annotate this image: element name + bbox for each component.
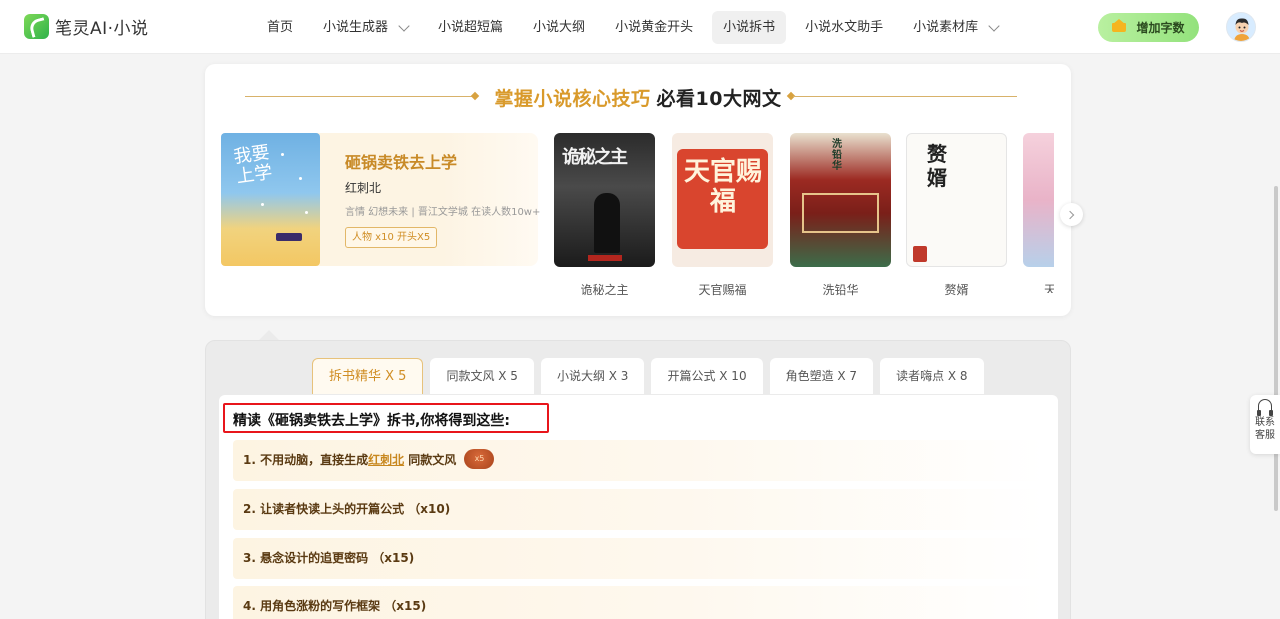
nav-item-material-library[interactable]: 小说素材库 (902, 11, 1009, 44)
nav-item-label: 小说大纲 (533, 20, 586, 35)
nav-item-label: 小说黄金开头 (615, 20, 694, 35)
featured-book-meta: 言情 幻想未来 | 晋江文学城 在读人数10w+ (345, 207, 541, 218)
banner-title: 掌握小说核心技巧 必看10大网文 (205, 84, 1071, 110)
quill-leaf-icon (24, 14, 49, 39)
banner-title-highlight: 掌握小说核心技巧 (494, 88, 651, 110)
building-frame (802, 193, 879, 233)
cover-badge (276, 233, 302, 241)
book-name: 赘婿 (944, 283, 969, 297)
title-divider-left (245, 96, 473, 97)
publisher-mark (588, 255, 622, 261)
user-avatar-icon (1227, 13, 1255, 41)
nav-item-label: 小说拆书 (723, 20, 776, 35)
tab-same-style[interactable]: 同款文风 X 5 (430, 358, 534, 394)
scrollbar[interactable] (1274, 186, 1278, 511)
featured-book-card[interactable]: 我要上学 砸锅卖铁去上学 红刺北 言情 幻想未来 | 晋江文学城 在读人数10w… (221, 133, 541, 266)
book-cover-title: 赘婿 (927, 142, 947, 190)
book-name: 洗铅华 (822, 283, 859, 297)
benefit-item[interactable]: 4. 用角色涨粉的写作框架 （x15) (233, 586, 1045, 619)
book-name: 诡秘之主 (580, 283, 629, 297)
content-heading: 精读《砸锅卖铁去上学》拆书,你将得到这些: (233, 413, 510, 429)
featured-book-cover: 我要上学 (221, 133, 320, 266)
book-card-clipped[interactable]: 天 (1023, 133, 1054, 293)
featured-book-tag: 人物 x10 开头X5 (345, 227, 438, 248)
count-badge: x5 (464, 449, 495, 469)
book-card[interactable]: 洗铅华 洗铅华 (790, 133, 891, 298)
benefit-text: 4. 用角色涨粉的写作框架 （x15) (243, 599, 427, 613)
title-divider-right (793, 96, 1017, 97)
book-card[interactable]: 赘婿 赘婿 (906, 133, 1007, 298)
benefit-text: 1. 不用动脑，直接生成 (243, 453, 369, 467)
tab-character[interactable]: 角色塑造 X 7 (769, 358, 874, 394)
star-icon (299, 177, 302, 180)
diamond-icon (470, 91, 480, 101)
author-link[interactable]: 红刺北 (368, 453, 404, 467)
cloaked-figure (594, 193, 620, 253)
main-nav: 首页 小说生成器 小说超短篇 小说大纲 小说黄金开头 小说拆书 小说水文助手 小… (256, 11, 1017, 44)
analysis-tabs: 拆书精华 X 5 同款文风 X 5 小说大纲 X 3 开篇公式 X 10 角色塑… (312, 358, 991, 394)
book-name: 天 (1044, 283, 1054, 293)
nav-item-novel-generator[interactable]: 小说生成器 (312, 11, 419, 44)
featured-book-author: 红刺北 (345, 181, 382, 195)
logo[interactable]: 笔灵AI·小说 (24, 14, 149, 39)
chevron-right-icon (1065, 210, 1075, 219)
chevron-down-icon (988, 19, 1000, 32)
benefit-item[interactable]: 2. 让读者快读上头的开篇公式 （x10) (233, 489, 1045, 530)
book-cover-title: 洗铅华 (832, 139, 842, 172)
benefit-text: 2. 让读者快读上头的开篇公式 （x10) (243, 502, 451, 516)
tab-reader-hooks[interactable]: 读者嗨点 X 8 (880, 358, 984, 394)
banner-title-rest: 必看10大网文 (656, 88, 782, 110)
seal-stamp (913, 246, 927, 262)
book-cover (1023, 133, 1054, 267)
book-cover: 天官赐福 (672, 133, 773, 267)
headset-icon (1257, 399, 1273, 416)
featured-books-banner: 掌握小说核心技巧 必看10大网文 我要上学 砸锅卖铁去上学 红刺北 言情 幻想未来… (205, 64, 1071, 316)
nav-item-outline[interactable]: 小说大纲 (522, 11, 596, 44)
add-word-count-button[interactable]: 增加字数 (1098, 13, 1199, 42)
crown-icon (1112, 19, 1127, 32)
nav-item-filler-assistant[interactable]: 小说水文助手 (794, 11, 894, 44)
nav-item-short-story[interactable]: 小说超短篇 (427, 11, 514, 44)
book-cover: 赘婿 (906, 133, 1007, 267)
avatar[interactable] (1226, 12, 1256, 42)
nav-item-label: 小说水文助手 (805, 20, 884, 35)
tab-opening-formula[interactable]: 开篇公式 X 10 (651, 358, 763, 394)
book-name: 天官赐福 (698, 283, 747, 297)
nav-item-book-breakdown[interactable]: 小说拆书 (712, 11, 787, 44)
chevron-down-icon (398, 19, 410, 32)
nav-item-label: 小说生成器 (323, 20, 389, 35)
book-cover: 洗铅华 (790, 133, 891, 267)
star-icon (305, 211, 308, 214)
nav-item-label: 小说超短篇 (438, 20, 504, 35)
customer-service-label: 联系客服 (1255, 417, 1275, 441)
benefit-text: 同款文风 (404, 453, 457, 467)
customer-service-button[interactable]: 联系客服 (1250, 395, 1280, 454)
nav-item-label: 小说素材库 (913, 20, 979, 35)
book-cover-title: 天官赐福 (683, 157, 762, 217)
carousel-next-button[interactable] (1060, 203, 1083, 226)
nav-item-label: 首页 (267, 20, 294, 35)
book-cover-title: 诡秘之主 (562, 147, 628, 168)
benefit-text: 3. 悬念设计的追更密码 （x15) (243, 551, 415, 565)
benefit-item[interactable]: 1. 不用动脑，直接生成红刺北 同款文风 x5 (233, 440, 1045, 481)
nav-item-golden-opening[interactable]: 小说黄金开头 (604, 11, 704, 44)
logo-text: 笔灵AI·小说 (55, 19, 149, 39)
cover-title-art: 我要上学 (232, 141, 274, 188)
nav-item-home[interactable]: 首页 (256, 11, 304, 44)
top-navigation-bar: 笔灵AI·小说 首页 小说生成器 小说超短篇 小说大纲 小说黄金开头 小说拆书 … (0, 0, 1280, 54)
featured-book-title: 砸锅卖铁去上学 (345, 153, 458, 172)
book-card[interactable]: 天官赐福 天官赐福 (672, 133, 773, 298)
tab-essence[interactable]: 拆书精华 X 5 (312, 358, 424, 394)
star-icon (281, 153, 284, 156)
tab-outline[interactable]: 小说大纲 X 3 (540, 358, 645, 394)
star-icon (261, 203, 264, 206)
benefit-item[interactable]: 3. 悬念设计的追更密码 （x15) (233, 538, 1045, 579)
book-cover: 诡秘之主 (554, 133, 655, 267)
book-card[interactable]: 诡秘之主 诡秘之主 (554, 133, 655, 298)
add-word-count-label: 增加字数 (1136, 21, 1185, 35)
